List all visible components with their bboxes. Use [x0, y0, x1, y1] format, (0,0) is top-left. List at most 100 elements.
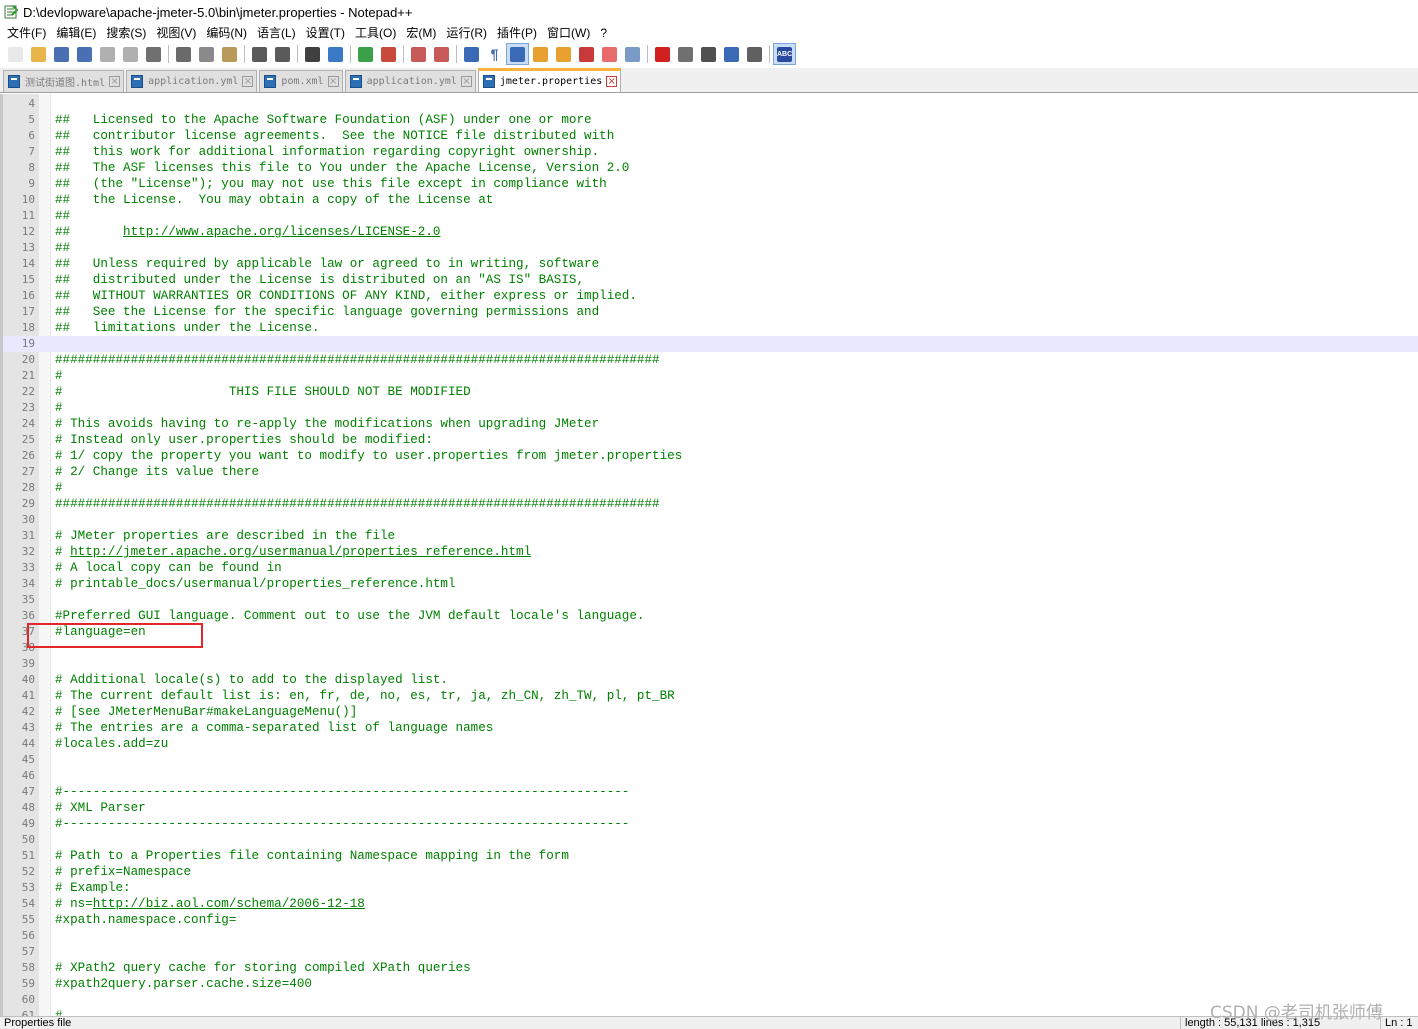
code-lines[interactable]: 4 5 ## Licensed to the Apache Software Fou… [3, 96, 1418, 1016]
menu-item-0[interactable]: 文件(F) [2, 24, 51, 42]
tab-2[interactable]: pom.xml × [259, 70, 343, 92]
menu-item-2[interactable]: 搜索(S) [101, 24, 151, 42]
close-all-button[interactable] [119, 43, 142, 65]
print-button[interactable] [142, 43, 165, 65]
menu-item-8[interactable]: 宏(M) [401, 24, 441, 42]
code-line[interactable]: 35 [3, 592, 1418, 608]
code-line[interactable]: 39 [3, 656, 1418, 672]
code-line[interactable]: 43 # The entries are a comma-separated li… [3, 720, 1418, 736]
replace-button[interactable] [324, 43, 347, 65]
code-line[interactable]: 17 ## See the License for the specific la… [3, 304, 1418, 320]
code-line[interactable]: 11 ## [3, 208, 1418, 224]
save-button[interactable] [50, 43, 73, 65]
hyperlink[interactable]: http://biz.aol.com/schema/2006-12-18 [93, 897, 365, 911]
menu-item-1[interactable]: 编辑(E) [51, 24, 101, 42]
code-line[interactable]: 47 #-------------------------------------… [3, 784, 1418, 800]
close-file-button[interactable] [96, 43, 119, 65]
menu-item-11[interactable]: 窗口(W) [542, 24, 595, 42]
code-line[interactable]: 4 [3, 96, 1418, 112]
code-line[interactable]: 58 # XPath2 query cache for storing compi… [3, 960, 1418, 976]
code-line[interactable]: 33 # A local copy can be found in [3, 560, 1418, 576]
code-line[interactable]: 27 # 2/ Change its value there [3, 464, 1418, 480]
code-line[interactable]: 40 # Additional locale(s) to add to the d… [3, 672, 1418, 688]
menu-item-10[interactable]: 插件(P) [492, 24, 542, 42]
menu-item-9[interactable]: 运行(R) [441, 24, 492, 42]
indent-guide-button[interactable] [506, 43, 529, 65]
function-list-button[interactable] [575, 43, 598, 65]
close-icon[interactable]: × [242, 76, 254, 87]
stop-macro-button[interactable] [674, 43, 697, 65]
code-line[interactable]: 12 ## http://www.apache.org/licenses/LICE… [3, 224, 1418, 240]
code-line[interactable]: 7 ## this work for additional information… [3, 144, 1418, 160]
code-line[interactable]: 29 ######################################… [3, 496, 1418, 512]
close-icon[interactable]: × [460, 76, 472, 87]
editor-pane[interactable]: 4 5 ## Licensed to the Apache Software Fou… [0, 94, 1418, 1016]
folder-workspace-button[interactable] [598, 43, 621, 65]
doc-map-button[interactable] [552, 43, 575, 65]
language-button[interactable] [529, 43, 552, 65]
monitoring-button[interactable] [621, 43, 644, 65]
tab-0[interactable]: 测试街道图.html × [3, 70, 125, 92]
code-line[interactable]: 23 # [3, 400, 1418, 416]
word-wrap-button[interactable] [460, 43, 483, 65]
code-line[interactable]: 5 ## Licensed to the Apache Software Foun… [3, 112, 1418, 128]
code-line[interactable]: 30 [3, 512, 1418, 528]
code-line[interactable]: 14 ## Unless required by applicable law o… [3, 256, 1418, 272]
menu-item-5[interactable]: 语言(L) [252, 24, 301, 42]
menu-item-3[interactable]: 视图(V) [151, 24, 201, 42]
code-line[interactable]: 60 [3, 992, 1418, 1008]
code-line[interactable]: 42 # [see JMeterMenuBar#makeLanguageMenu(… [3, 704, 1418, 720]
paste-button[interactable] [218, 43, 241, 65]
menu-item-4[interactable]: 编码(N) [201, 24, 252, 42]
zoom-in-button[interactable] [354, 43, 377, 65]
close-icon[interactable]: × [327, 76, 339, 87]
code-line[interactable]: 56 [3, 928, 1418, 944]
cut-button[interactable] [172, 43, 195, 65]
code-line[interactable]: 36 #Preferred GUI language. Comment out t… [3, 608, 1418, 624]
play-macro-button[interactable] [697, 43, 720, 65]
tab-3[interactable]: application.yml × [344, 70, 476, 92]
menu-item-6[interactable]: 设置(T) [301, 24, 350, 42]
code-line[interactable]: 52 # prefix=Namespace [3, 864, 1418, 880]
show-all-chars-button[interactable]: ¶ [483, 43, 506, 65]
code-line[interactable]: 51 # Path to a Properties file containing… [3, 848, 1418, 864]
code-line[interactable]: 34 # printable_docs/usermanual/properties… [3, 576, 1418, 592]
code-line[interactable]: 55 #xpath.namespace.config= [3, 912, 1418, 928]
sync-horizontal-button[interactable] [430, 43, 453, 65]
code-line[interactable]: 6 ## contributor license agreements. See … [3, 128, 1418, 144]
code-line[interactable]: 41 # The current default list is: en, fr,… [3, 688, 1418, 704]
code-line[interactable]: 46 [3, 768, 1418, 784]
code-line[interactable]: 13 ## [3, 240, 1418, 256]
code-line[interactable]: 9 ## (the "License"); you may not use thi… [3, 176, 1418, 192]
code-line[interactable]: 59 #xpath2query.parser.cache.size=400 [3, 976, 1418, 992]
new-file-button[interactable] [4, 43, 27, 65]
undo-button[interactable] [248, 43, 271, 65]
code-line[interactable]: 49 #-------------------------------------… [3, 816, 1418, 832]
code-line[interactable]: 32 # http://jmeter.apache.org/usermanual/… [3, 544, 1418, 560]
open-folder-button[interactable] [27, 43, 50, 65]
code-line[interactable]: 10 ## the License. You may obtain a copy … [3, 192, 1418, 208]
find-button[interactable] [301, 43, 324, 65]
code-line[interactable]: 44 #locales.add=zu [3, 736, 1418, 752]
sync-vertical-button[interactable] [407, 43, 430, 65]
code-line[interactable]: 37 #language=en [3, 624, 1418, 640]
code-line[interactable]: 54 # ns=http://biz.aol.com/schema/2006-12… [3, 896, 1418, 912]
close-icon[interactable]: × [606, 76, 618, 87]
code-line[interactable]: 31 # JMeter properties are described in t… [3, 528, 1418, 544]
code-line[interactable]: 15 ## distributed under the License is di… [3, 272, 1418, 288]
code-line[interactable]: 45 [3, 752, 1418, 768]
code-line[interactable]: 48 # XML Parser [3, 800, 1418, 816]
code-line[interactable]: 57 [3, 944, 1418, 960]
redo-button[interactable] [271, 43, 294, 65]
code-line[interactable]: 38 [3, 640, 1418, 656]
code-line[interactable]: 50 [3, 832, 1418, 848]
code-line[interactable]: 20 ######################################… [3, 352, 1418, 368]
code-line[interactable]: 22 # THIS FILE SHOULD NOT BE MODIFIED [3, 384, 1418, 400]
hyperlink[interactable]: http://www.apache.org/licenses/LICENSE-2… [123, 225, 440, 239]
record-macro-button[interactable] [651, 43, 674, 65]
hyperlink[interactable]: http://jmeter.apache.org/usermanual/prop… [70, 545, 531, 559]
menu-item-12[interactable]: ? [595, 24, 612, 42]
code-line[interactable]: 16 ## WITHOUT WARRANTIES OR CONDITIONS OF… [3, 288, 1418, 304]
tab-4[interactable]: jmeter.properties × [477, 68, 622, 92]
code-line[interactable]: 24 # This avoids having to re-apply the m… [3, 416, 1418, 432]
